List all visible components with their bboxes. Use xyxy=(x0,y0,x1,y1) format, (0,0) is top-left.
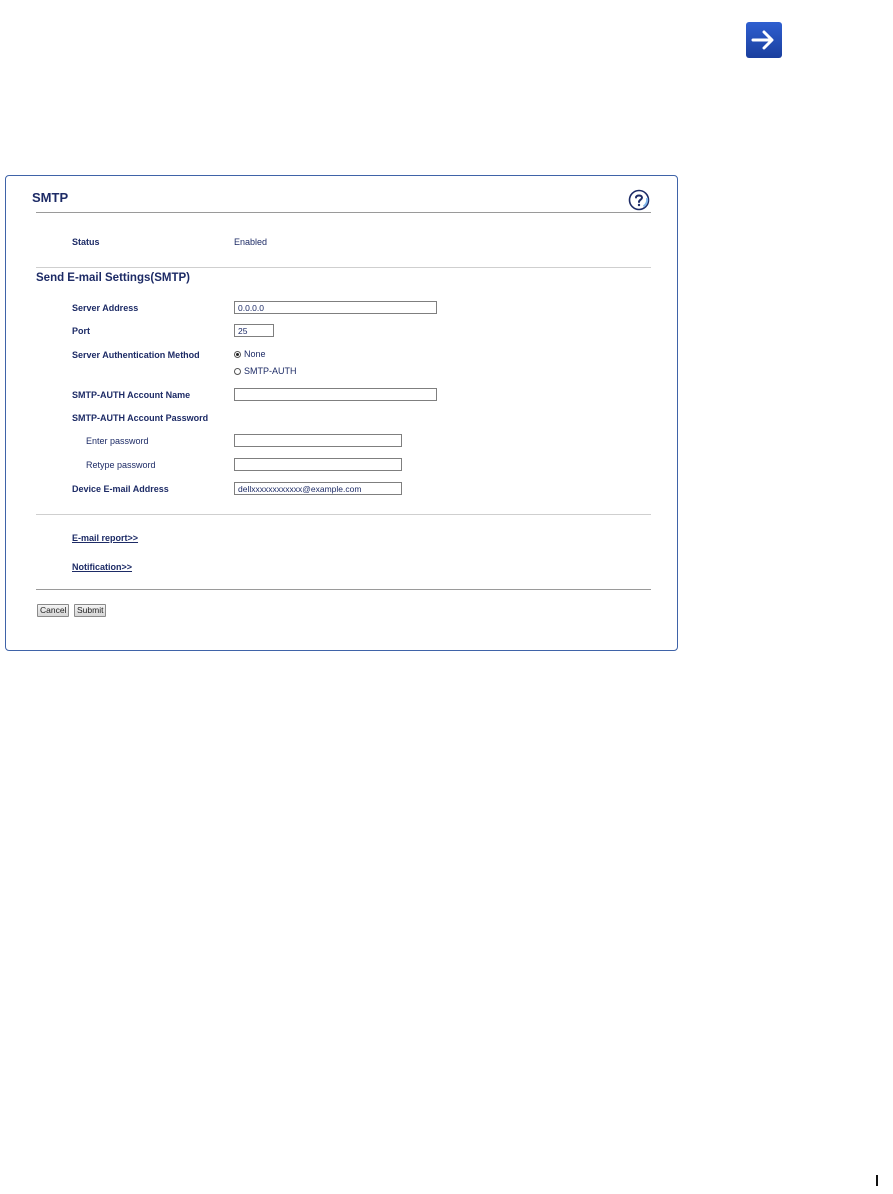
auth-option-smtp-auth-label: SMTP-AUTH xyxy=(244,366,297,376)
arrow-right-icon xyxy=(751,30,774,50)
links-divider xyxy=(36,514,651,515)
cancel-button[interactable]: Cancel xyxy=(37,604,70,617)
submit-button[interactable]: Submit xyxy=(74,604,107,617)
device-email-input[interactable] xyxy=(234,482,402,495)
auth-method-label: Server Authentication Method xyxy=(72,350,200,360)
port-input[interactable] xyxy=(234,324,274,337)
radio-none-selected[interactable] xyxy=(234,350,241,358)
account-password-label: SMTP-AUTH Account Password xyxy=(72,413,209,423)
section-title-send-email: Send E-mail Settings(SMTP) xyxy=(36,272,190,284)
buttons-divider xyxy=(36,589,651,590)
title-divider xyxy=(36,212,651,213)
enter-password-label: Enter password xyxy=(86,436,149,446)
port-label: Port xyxy=(72,326,90,336)
auth-option-smtp-auth[interactable]: SMTP-AUTH xyxy=(234,366,297,376)
status-divider xyxy=(36,267,651,268)
status-label: Status xyxy=(72,237,100,247)
radio-smtp-auth[interactable] xyxy=(234,367,241,375)
account-name-label: SMTP-AUTH Account Name xyxy=(72,390,191,400)
notification-link[interactable]: Notification>> xyxy=(72,562,132,572)
auth-option-none-label: None xyxy=(244,349,266,359)
retype-password-label: Retype password xyxy=(86,460,156,470)
device-email-label: Device E-mail Address xyxy=(72,484,169,494)
server-address-input[interactable] xyxy=(234,301,437,314)
account-name-input[interactable] xyxy=(234,388,437,401)
server-address-label: Server Address xyxy=(72,303,139,313)
page-title: SMTP xyxy=(32,190,69,205)
enter-password-input[interactable] xyxy=(234,434,402,447)
auth-option-none[interactable]: None xyxy=(234,349,266,359)
retype-password-input[interactable] xyxy=(234,458,402,471)
page-margin-marker xyxy=(876,1175,878,1186)
status-value: Enabled xyxy=(234,237,268,247)
email-report-link[interactable]: E-mail report>> xyxy=(72,533,138,543)
next-page-arrow-icon[interactable] xyxy=(746,22,782,58)
help-icon[interactable] xyxy=(628,189,650,211)
